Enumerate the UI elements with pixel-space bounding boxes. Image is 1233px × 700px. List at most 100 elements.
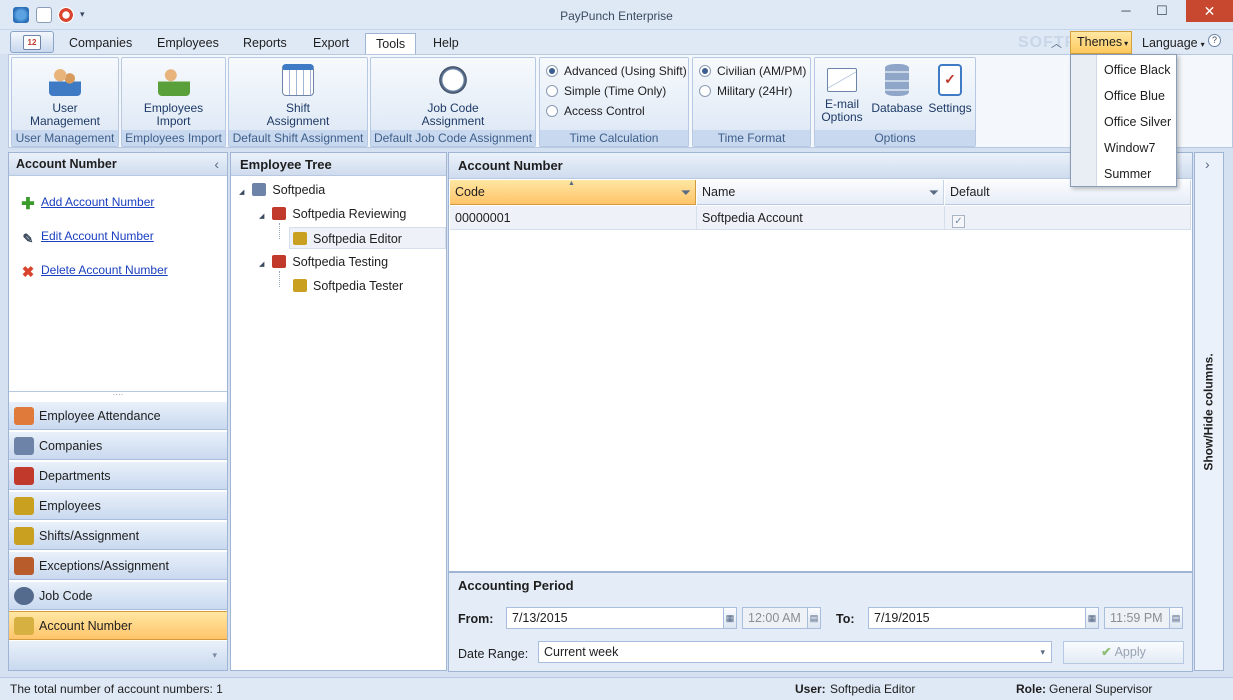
left-panel-title: Account Number	[16, 157, 117, 171]
title-bar: ▾ PayPunch Enterprise ─ ☐ ✕	[0, 0, 1233, 30]
calendar-icon	[282, 64, 314, 96]
settings-checklist-icon: ✓	[938, 64, 962, 96]
user-management-button[interactable]: User Management	[12, 62, 118, 128]
from-date-input[interactable]: 7/13/2015	[506, 607, 724, 629]
apply-button: ✔ Apply	[1063, 641, 1184, 664]
exceptions-icon	[14, 557, 34, 575]
show-hide-columns-label-wrap: Show/Hide columns.	[1195, 153, 1223, 670]
column-header-name[interactable]: Name ⏷	[697, 180, 944, 205]
radio-advanced[interactable]: Advanced (Using Shift)	[546, 64, 687, 78]
help-icon[interactable]: ?	[1208, 34, 1221, 47]
group-caption: Default Job Code Assignment	[371, 130, 535, 146]
sort-ascending-icon: ▲	[568, 180, 575, 187]
tree-node-softpedia-tester[interactable]: Softpedia Tester	[293, 275, 403, 297]
envelope-icon	[827, 68, 857, 92]
settings-button[interactable]: ✓ Settings	[925, 62, 975, 115]
tree-node-softpedia-testing[interactable]: ◢ Softpedia Testing	[259, 251, 388, 273]
tree-line	[279, 271, 280, 287]
employees-import-button[interactable]: Employees Import	[122, 62, 225, 128]
from-label: From:	[458, 612, 494, 626]
date-range-select[interactable]: Current week ▾	[538, 641, 1052, 663]
account-icon	[14, 617, 34, 635]
from-time-input: 12:00 AM	[742, 607, 808, 629]
maximize-button[interactable]: ☐	[1147, 0, 1177, 22]
theme-option-window7[interactable]: Window7	[1104, 141, 1155, 155]
status-user-label: User:	[795, 682, 826, 696]
tab-help[interactable]: Help	[423, 33, 469, 54]
minimize-button[interactable]: ─	[1111, 0, 1141, 22]
theme-option-office-blue[interactable]: Office Blue	[1104, 89, 1165, 103]
to-date-input[interactable]: 7/19/2015	[868, 607, 1086, 629]
group-caption: User Management	[12, 130, 118, 146]
nav-shifts-assignment[interactable]: Shifts/Assignment	[9, 521, 227, 550]
nav-employee-attendance[interactable]: Employee Attendance	[9, 401, 227, 430]
radio-civilian[interactable]: Civilian (AM/PM)	[699, 64, 806, 78]
splitter-handle[interactable]: ····	[9, 391, 227, 400]
close-button[interactable]: ✕	[1186, 0, 1233, 22]
cell-default[interactable]: ✓	[945, 206, 1191, 230]
cell-code[interactable]: 00000001	[450, 206, 697, 230]
radio-icon	[546, 105, 558, 117]
app-menu-button[interactable]: 12	[10, 31, 54, 53]
tab-reports[interactable]: Reports	[233, 33, 297, 54]
add-account-number-action[interactable]: ✚ Add Account Number	[21, 195, 154, 213]
theme-option-summer[interactable]: Summer	[1104, 167, 1151, 181]
nav-overflow-bar[interactable]: ▾	[9, 641, 227, 670]
nav-companies[interactable]: Companies	[9, 431, 227, 460]
delete-icon: ✖	[21, 264, 35, 281]
tab-export[interactable]: Export	[303, 33, 359, 54]
nav-departments[interactable]: Departments	[9, 461, 227, 490]
edit-account-number-link[interactable]: Edit Account Number	[41, 229, 154, 243]
tree-label: Softpedia Tester	[313, 279, 404, 293]
building-icon	[252, 183, 267, 196]
shift-assignment-button[interactable]: Shift Assignment	[229, 62, 367, 128]
tree-node-softpedia-editor[interactable]: Softpedia Editor	[289, 227, 446, 249]
tab-employees[interactable]: Employees	[147, 33, 229, 54]
column-header-code[interactable]: Code ▲ ⏷	[450, 180, 696, 205]
tree-node-softpedia-reviewing[interactable]: ◢ Softpedia Reviewing	[259, 203, 406, 225]
ribbon-group-shift-assignment: Shift Assignment Default Shift Assignmen…	[228, 57, 368, 147]
job-code-label-2: Assignment	[421, 114, 485, 128]
tree-expander-icon[interactable]: ◢	[259, 213, 264, 220]
ribbon-group-employees-import: Employees Import Employees Import	[121, 57, 226, 147]
tree-expander-icon[interactable]: ◢	[239, 189, 244, 196]
filter-icon[interactable]: ⏷	[681, 180, 691, 205]
database-icon	[885, 64, 909, 96]
ribbon-collapse-icon[interactable]: ︿	[1051, 35, 1062, 51]
delete-account-number-link[interactable]: Delete Account Number	[41, 263, 168, 277]
date-range-value: Current week	[544, 645, 619, 659]
checkbox-checked-icon[interactable]: ✓	[952, 215, 965, 228]
theme-option-office-black[interactable]: Office Black	[1104, 63, 1170, 77]
nav-account-number[interactable]: Account Number	[9, 611, 227, 640]
edit-account-number-action[interactable]: ✎ Edit Account Number	[21, 229, 154, 246]
ribbon-group-options: E-mail Options Database ✓ Settings Optio…	[814, 57, 976, 147]
show-hide-columns-strip[interactable]: › Show/Hide columns.	[1194, 152, 1224, 671]
themes-menu-button[interactable]: Themes ▾	[1070, 31, 1132, 54]
status-role-value: General Supervisor	[1049, 682, 1153, 696]
nav-exceptions-assignment[interactable]: Exceptions/Assignment	[9, 551, 227, 580]
radio-access-control[interactable]: Access Control	[546, 104, 645, 118]
cell-name[interactable]: Softpedia Account	[697, 206, 945, 230]
email-options-button[interactable]: E-mail Options	[817, 62, 867, 124]
job-code-assignment-button[interactable]: Job Code Assignment	[371, 62, 535, 128]
radio-military[interactable]: Military (24Hr)	[699, 84, 792, 98]
theme-option-office-silver[interactable]: Office Silver	[1104, 115, 1171, 129]
language-menu-button[interactable]: Language ▾	[1132, 33, 1215, 54]
tree-node-softpedia[interactable]: ◢ Softpedia	[239, 179, 325, 201]
nav-job-code[interactable]: Job Code	[9, 581, 227, 610]
calendar-clock-icon: 12	[23, 35, 41, 50]
nav-employees[interactable]: Employees	[9, 491, 227, 520]
radio-simple[interactable]: Simple (Time Only)	[546, 84, 666, 98]
delete-account-number-action[interactable]: ✖ Delete Account Number	[21, 263, 168, 280]
filter-icon[interactable]: ⏷	[929, 180, 939, 205]
collapse-left-icon[interactable]: ‹	[214, 153, 219, 176]
tab-companies[interactable]: Companies	[59, 33, 142, 54]
calendar-dropdown-icon[interactable]: ▦	[723, 607, 737, 629]
tree-expander-icon[interactable]: ◢	[259, 261, 264, 268]
tab-tools[interactable]: Tools	[365, 33, 417, 56]
add-account-number-link[interactable]: Add Account Number	[41, 195, 154, 209]
language-label: Language	[1142, 36, 1198, 50]
calendar-dropdown-icon[interactable]: ▦	[1085, 607, 1099, 629]
department-icon	[272, 255, 287, 268]
database-button[interactable]: Database	[869, 62, 925, 115]
